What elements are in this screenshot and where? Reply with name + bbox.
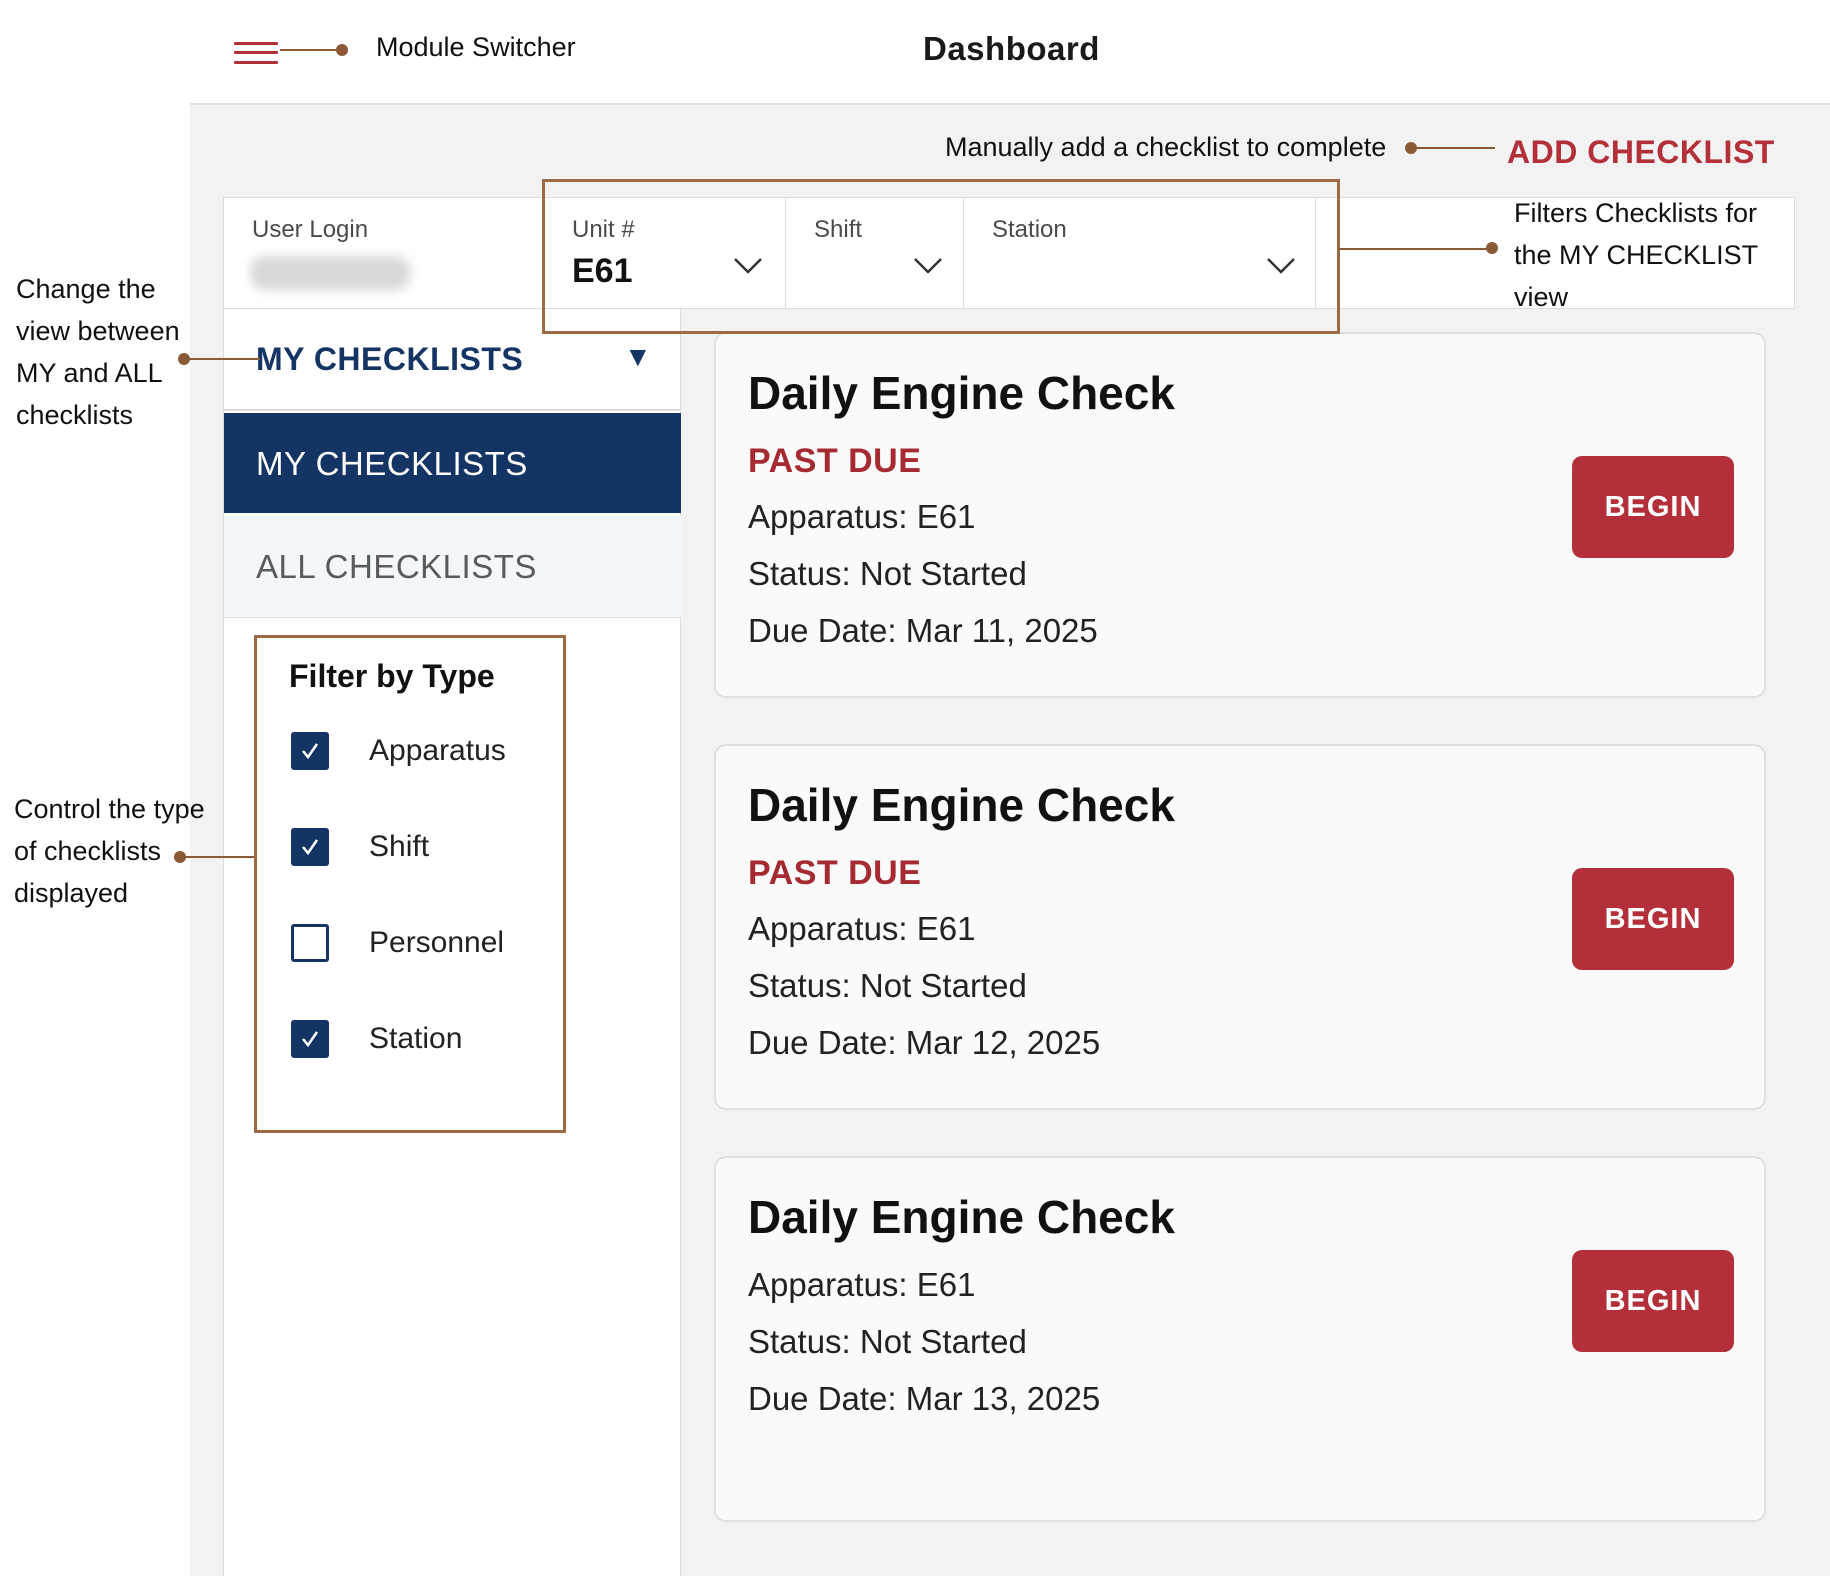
checklist-card: Daily Engine Check PAST DUE Apparatus: E… (714, 332, 1766, 698)
annotation-connector (1411, 147, 1495, 149)
caret-down-icon: ▼ (624, 341, 652, 372)
annotation-dot (336, 44, 348, 56)
annotation-line: Filters Checklists for (1514, 198, 1758, 228)
sidebar: MY CHECKLISTS ▼ MY CHECKLISTS ALL CHECKL… (223, 309, 681, 1576)
checklist-title: Daily Engine Check (748, 779, 1175, 831)
annotation-line: Control the type (14, 794, 205, 824)
annotation-connector (280, 49, 342, 51)
checklist-card: Daily Engine Check PAST DUE Apparatus: E… (714, 744, 1766, 1110)
checkbox-checked-icon[interactable] (291, 1020, 329, 1058)
annotation-highlight-filters (542, 179, 1340, 334)
checklist-due-date: Due Date: Mar 11, 2025 (748, 612, 1098, 649)
annotation-connector (184, 358, 260, 360)
hamburger-menu-icon[interactable] (234, 40, 280, 66)
checklist-due-date: Due Date: Mar 13, 2025 (748, 1380, 1101, 1417)
checklist-status: Status: Not Started (748, 555, 1027, 592)
past-due-badge: PAST DUE (748, 442, 922, 480)
view-option-my-checklists[interactable]: MY CHECKLISTS (224, 413, 681, 513)
begin-button[interactable]: BEGIN (1572, 456, 1734, 558)
checklist-status: Status: Not Started (748, 967, 1027, 1004)
type-filter-label: Station (369, 1022, 463, 1055)
view-option-all-checklists[interactable]: ALL CHECKLISTS (224, 516, 681, 618)
annotation-view-toggle: Change the view between MY and ALL check… (16, 268, 180, 436)
filter-by-type-panel: Filter by Type Apparatus Shift Personnel… (254, 635, 566, 1133)
top-bar: Dashboard (0, 0, 1830, 104)
checkbox-checked-icon[interactable] (291, 828, 329, 866)
annotation-dot (1486, 242, 1498, 254)
user-login-field: User Login (224, 198, 544, 308)
view-option-label: MY CHECKLISTS (256, 445, 528, 482)
checklist-apparatus: Apparatus: E61 (748, 910, 976, 947)
begin-button[interactable]: BEGIN (1572, 1250, 1734, 1352)
type-filter-label: Shift (369, 830, 430, 863)
type-filter-shift[interactable]: Shift (291, 826, 561, 870)
filter-by-type-title: Filter by Type (289, 658, 495, 694)
annotation-line: view between (16, 316, 180, 346)
add-checklist-button[interactable]: ADD CHECKLIST (1507, 134, 1775, 171)
user-login-label: User Login (252, 216, 369, 243)
begin-button[interactable]: BEGIN (1572, 868, 1734, 970)
type-filter-station[interactable]: Station (291, 1018, 561, 1062)
annotation-module-switcher: Module Switcher (376, 32, 576, 62)
type-filter-label: Personnel (369, 926, 505, 959)
annotation-line: the MY CHECKLIST (1514, 240, 1759, 270)
checklist-apparatus: Apparatus: E61 (748, 1266, 976, 1303)
past-due-badge: PAST DUE (748, 854, 922, 892)
page-title: Dashboard (923, 30, 1100, 67)
annotation-add-checklist: Manually add a checklist to complete (945, 132, 1387, 162)
checklist-status: Status: Not Started (748, 1323, 1027, 1360)
type-filter-label: Apparatus (369, 734, 506, 767)
checkbox-checked-icon[interactable] (291, 732, 329, 770)
view-selector-label: MY CHECKLISTS (256, 341, 524, 377)
annotation-line: displayed (14, 878, 129, 908)
annotation-filters: Filters Checklists for the MY CHECKLIST … (1514, 192, 1758, 318)
annotation-line: Change the (16, 274, 156, 304)
checklist-due-date: Due Date: Mar 12, 2025 (748, 1024, 1101, 1061)
user-login-value-redacted (250, 256, 410, 290)
type-filter-apparatus[interactable]: Apparatus (291, 730, 561, 774)
checklist-apparatus: Apparatus: E61 (748, 498, 976, 535)
checkbox-unchecked-icon[interactable] (291, 924, 329, 962)
annotation-line: MY and ALL (16, 358, 163, 388)
checklist-title: Daily Engine Check (748, 1191, 1175, 1243)
checklist-card: Daily Engine Check Apparatus: E61 Status… (714, 1156, 1766, 1522)
annotation-line: checklists (16, 400, 134, 430)
annotation-connector (1338, 248, 1490, 250)
annotation-connector (180, 856, 254, 858)
checklist-title: Daily Engine Check (748, 367, 1175, 419)
annotation-line: view (1514, 282, 1569, 312)
view-option-label: ALL CHECKLISTS (256, 548, 537, 585)
type-filter-personnel[interactable]: Personnel (291, 922, 561, 966)
